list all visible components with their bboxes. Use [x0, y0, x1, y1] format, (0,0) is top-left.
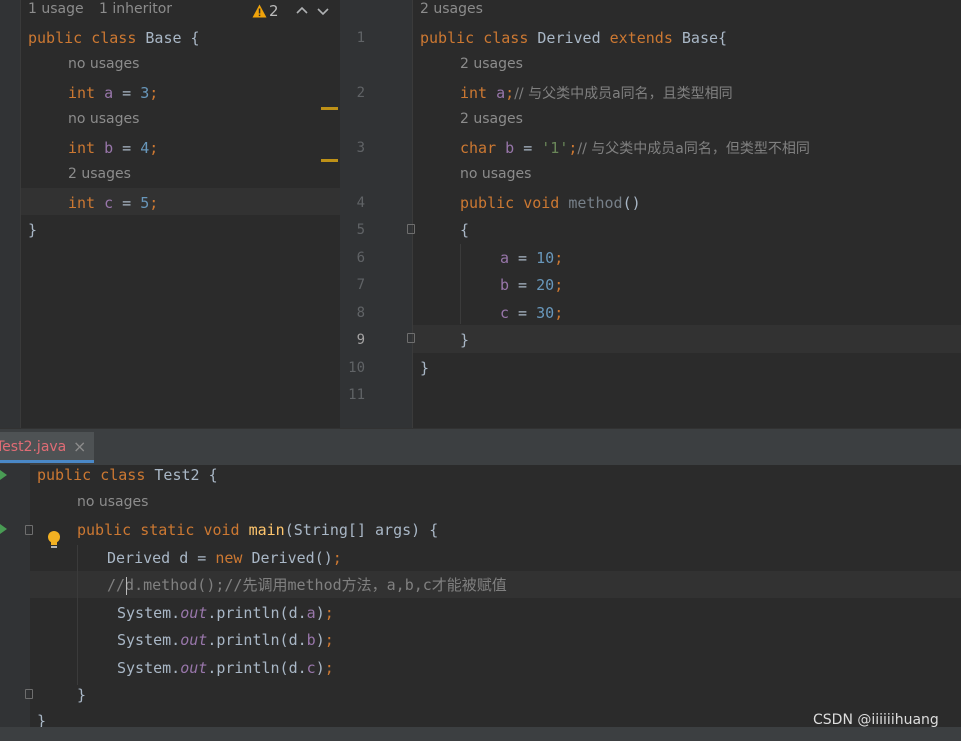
field-b-declaration: char b = '1';// 与父类中成员a同名，但类型不相同 — [460, 139, 810, 157]
line-number: 6 — [356, 250, 365, 266]
field-c-declaration: int c = 5; — [68, 194, 159, 212]
field-a-declaration: int a;// 与父类中成员a同名，且类型相同 — [460, 84, 733, 102]
text-caret — [126, 577, 127, 595]
commented-method-call[interactable]: //d.method();//先调用method方法，a,b,c才能被赋值 — [107, 575, 507, 595]
line-number: 3 — [356, 140, 365, 156]
base-class-close-brace: } — [28, 221, 38, 239]
warning-count: 2 — [269, 2, 279, 20]
fold-icon[interactable] — [407, 224, 415, 234]
field-b-usage-hint[interactable]: 2 usages — [460, 111, 523, 127]
chevron-up-icon[interactable] — [296, 6, 308, 16]
new-derived-statement: Derived d = new Derived(); — [107, 549, 342, 567]
active-tab-underline — [0, 460, 94, 463]
line-number: 7 — [356, 277, 365, 293]
line-number: 5 — [356, 222, 365, 238]
derived-class-declaration: public class Derived extends Base{ — [420, 29, 728, 47]
tab-label: Test2.java — [0, 439, 67, 455]
usage-hint[interactable]: 2 usages — [420, 1, 483, 17]
derived-editor-pane[interactable] — [340, 0, 961, 428]
method-declaration: public void method() — [460, 194, 641, 212]
println-b-statement: System.out.println(d.b); — [117, 631, 334, 649]
watermark: CSDN @iiiiiihuang — [813, 712, 939, 728]
fold-icon[interactable] — [407, 333, 415, 343]
warning-icon — [252, 4, 267, 18]
status-strip — [0, 727, 961, 741]
field-b-declaration: int b = 4; — [68, 139, 159, 157]
line-number: 2 — [356, 85, 365, 101]
chevron-down-icon[interactable] — [317, 6, 329, 16]
println-c-statement: System.out.println(d.c); — [117, 659, 334, 677]
line-number: 10 — [348, 360, 365, 376]
fold-icon[interactable] — [25, 689, 33, 699]
line-number-current: 9 — [356, 332, 365, 348]
run-icon[interactable] — [0, 470, 7, 480]
field-b-usage-hint[interactable]: no usages — [68, 111, 139, 127]
assign-b-statement: b = 20; — [500, 276, 564, 294]
bulb-icon[interactable] — [46, 530, 62, 550]
main-usage-hint[interactable]: no usages — [77, 494, 148, 510]
indent-guide — [460, 244, 461, 324]
editor-tab-bar — [0, 428, 961, 465]
field-a-declaration: int a = 3; — [68, 84, 159, 102]
base-class-declaration: public class Base { — [28, 29, 200, 47]
method-open-brace: { — [460, 221, 470, 239]
method-close-brace: } — [460, 331, 470, 349]
assign-a-statement: a = 10; — [500, 249, 564, 267]
field-a-usage-hint[interactable]: no usages — [68, 56, 139, 72]
method-usage-hint[interactable]: no usages — [460, 166, 531, 182]
run-icon[interactable] — [0, 524, 7, 534]
warning-stripe-marker[interactable] — [321, 159, 338, 162]
usage-hint[interactable]: 1 usage — [28, 1, 84, 17]
main-method-declaration: public static void main(String[] args) { — [77, 521, 439, 539]
println-a-statement: System.out.println(d.a); — [117, 604, 334, 622]
warnings-indicator[interactable]: 2 — [252, 2, 298, 22]
base-editor-gutter — [0, 0, 21, 428]
line-number: 8 — [356, 305, 365, 321]
warning-stripe-marker[interactable] — [321, 107, 338, 110]
inheritor-hint[interactable]: 1 inheritor — [99, 1, 172, 17]
line-number: 4 — [356, 195, 365, 211]
field-c-usage-hint[interactable]: 2 usages — [68, 166, 131, 182]
line-number: 1 — [356, 30, 365, 46]
test2-editor-gutter — [0, 464, 30, 741]
test2-class-declaration: public class Test2 { — [37, 466, 218, 484]
fold-icon[interactable] — [25, 525, 33, 535]
class-close-brace: } — [420, 359, 430, 377]
main-close-brace: } — [77, 686, 87, 704]
line-number: 11 — [348, 387, 365, 403]
assign-c-statement: c = 30; — [500, 304, 564, 322]
current-line-highlight — [413, 325, 961, 353]
close-icon[interactable]: × — [73, 437, 86, 456]
field-a-usage-hint[interactable]: 2 usages — [460, 56, 523, 72]
gutter-separator — [412, 0, 413, 428]
indent-guide — [77, 545, 78, 685]
